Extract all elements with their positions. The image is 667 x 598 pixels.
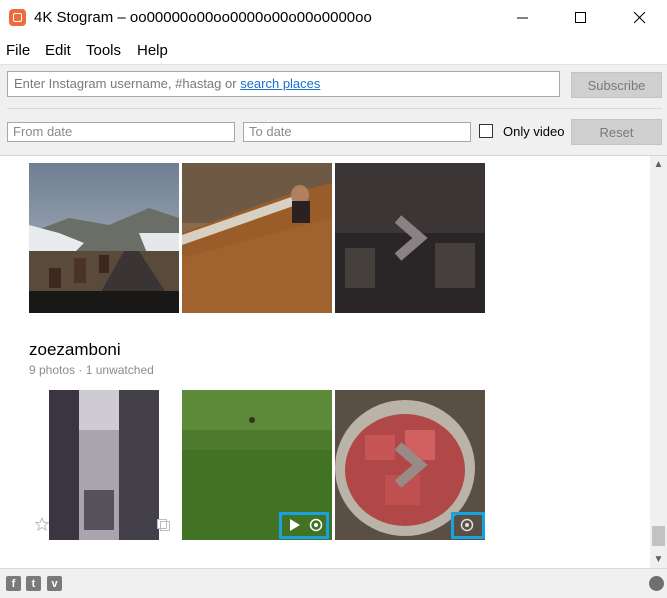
menu-edit[interactable]: Edit [45, 42, 71, 59]
maximize-button[interactable] [558, 0, 604, 36]
stats-separator: · [78, 363, 83, 377]
play-icon[interactable] [289, 519, 301, 531]
photo-thumbnail[interactable] [29, 390, 179, 540]
menu-help[interactable]: Help [137, 42, 168, 59]
account-stats: 9 photos · 1 unwatched [29, 363, 154, 377]
more-photos-tile[interactable] [335, 163, 485, 313]
photo-thumbnail[interactable] [29, 163, 179, 313]
minimize-icon [517, 17, 528, 19]
chevron-right-icon [394, 442, 428, 488]
only-video-checkbox[interactable] [479, 124, 493, 138]
copy-icon[interactable] [157, 519, 171, 531]
reset-button[interactable]: Reset [571, 119, 662, 145]
scroll-down-icon[interactable]: ▼ [650, 551, 667, 568]
search-places-link[interactable]: search places [240, 76, 320, 91]
search-placeholder: Enter Instagram username, #hastag or [14, 76, 237, 91]
window-title: 4K Stogram – oo00000o00oo0000o00o00o0000… [34, 9, 372, 26]
scrollbar-thumb[interactable] [652, 526, 665, 546]
unwatched-count: 1 unwatched [85, 363, 154, 377]
photo-thumbnail[interactable] [182, 163, 332, 313]
scroll-up-icon[interactable]: ▲ [650, 156, 667, 173]
vertical-scrollbar[interactable]: ▲ ▼ [650, 156, 667, 568]
close-icon [634, 12, 646, 24]
account-username[interactable]: zoezamboni [29, 340, 121, 360]
from-date-input[interactable]: From date [7, 122, 235, 142]
minimize-button[interactable] [500, 0, 546, 36]
status-bar [0, 568, 667, 598]
app-logo-icon [9, 9, 26, 26]
to-date-input[interactable]: To date [243, 122, 471, 142]
search-input[interactable]: Enter Instagram username, #hastag or sea… [7, 71, 560, 97]
globe-icon[interactable] [649, 576, 664, 591]
facebook-icon[interactable]: f [6, 576, 21, 591]
close-button[interactable] [617, 0, 663, 36]
photo-count: 9 photos [29, 363, 76, 377]
maximize-icon [575, 12, 586, 23]
only-video-label: Only video [503, 124, 565, 139]
eye-icon [309, 518, 323, 532]
twitter-icon[interactable]: t [26, 576, 41, 591]
title-bar: 4K Stogram – oo00000o00oo0000o00o00o0000… [0, 0, 667, 36]
star-icon[interactable] [35, 517, 49, 531]
chevron-right-icon [394, 215, 428, 261]
vimeo-icon[interactable]: v [47, 576, 62, 591]
subscribe-button[interactable]: Subscribe [571, 72, 662, 98]
eye-icon [460, 518, 474, 532]
menu-tools[interactable]: Tools [86, 42, 121, 59]
menu-file[interactable]: File [6, 42, 30, 59]
